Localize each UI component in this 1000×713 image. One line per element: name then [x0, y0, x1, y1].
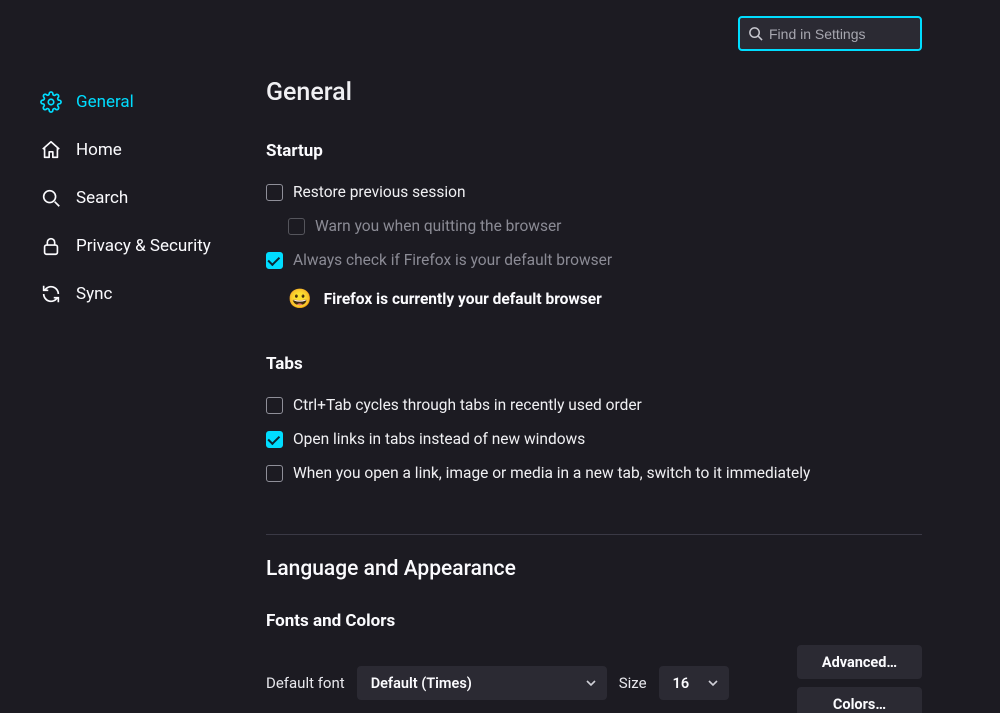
page-title: General	[266, 78, 922, 107]
startup-heading: Startup	[266, 141, 922, 161]
default-browser-message: Firefox is currently your default browse…	[324, 290, 602, 308]
sidebar-item-label: Home	[76, 140, 122, 160]
ctrl-tab-row[interactable]: Ctrl+Tab cycles through tabs in recently…	[266, 388, 922, 422]
sidebar-item-label: Privacy & Security	[76, 236, 211, 256]
always-check-row[interactable]: Always check if Firefox is your default …	[266, 243, 922, 277]
search-icon	[748, 26, 763, 41]
default-font-label: Default font	[266, 674, 345, 692]
chevron-down-icon	[707, 677, 719, 689]
smiley-icon: 😀	[288, 287, 312, 310]
checkbox-unchecked-icon[interactable]	[266, 465, 283, 482]
sidebar-item-sync[interactable]: Sync	[40, 270, 240, 318]
section-startup: Startup Restore previous session Warn yo…	[266, 141, 922, 310]
default-browser-status: 😀 Firefox is currently your default brow…	[266, 277, 922, 310]
always-check-label: Always check if Firefox is your default …	[293, 251, 612, 269]
settings-sidebar: General Home Search Privacy & Security	[40, 78, 240, 318]
default-font-value: Default (Times)	[371, 675, 472, 692]
checkbox-unchecked-icon[interactable]	[266, 397, 283, 414]
settings-main: General Startup Restore previous session…	[266, 78, 922, 713]
fonts-heading: Fonts and Colors	[266, 611, 922, 631]
checkbox-checked-icon[interactable]	[266, 252, 283, 269]
chevron-down-icon	[585, 677, 597, 689]
section-tabs: Tabs Ctrl+Tab cycles through tabs in rec…	[266, 354, 922, 490]
sidebar-item-search[interactable]: Search	[40, 174, 240, 222]
sidebar-item-label: Sync	[76, 284, 112, 304]
ctrl-tab-label: Ctrl+Tab cycles through tabs in recently…	[293, 396, 642, 414]
default-font-select[interactable]: Default (Times)	[357, 666, 607, 700]
gear-icon	[40, 91, 62, 113]
open-links-label: Open links in tabs instead of new window…	[293, 430, 585, 448]
home-icon	[40, 139, 62, 161]
lock-icon	[40, 235, 62, 257]
sidebar-item-label: Search	[76, 188, 128, 208]
settings-search-input[interactable]	[769, 26, 950, 42]
font-size-value: 16	[673, 675, 690, 692]
colors-button[interactable]: Colors…	[797, 687, 922, 713]
restore-session-row[interactable]: Restore previous session	[266, 175, 922, 209]
sidebar-item-home[interactable]: Home	[40, 126, 240, 174]
checkbox-checked-icon[interactable]	[266, 431, 283, 448]
restore-session-label: Restore previous session	[293, 183, 466, 201]
size-label: Size	[619, 674, 647, 692]
warn-quit-label: Warn you when quitting the browser	[315, 217, 561, 235]
sidebar-item-label: General	[76, 92, 134, 112]
font-size-select[interactable]: 16	[659, 666, 729, 700]
divider	[266, 534, 922, 535]
warn-quit-row: Warn you when quitting the browser	[266, 209, 922, 243]
open-links-row[interactable]: Open links in tabs instead of new window…	[266, 422, 922, 456]
settings-search[interactable]	[738, 16, 922, 51]
switch-tab-row[interactable]: When you open a link, image or media in …	[266, 456, 922, 490]
advanced-button[interactable]: Advanced…	[797, 645, 922, 679]
sidebar-item-privacy[interactable]: Privacy & Security	[40, 222, 240, 270]
checkbox-disabled-icon	[288, 218, 305, 235]
tabs-heading: Tabs	[266, 354, 922, 374]
checkbox-unchecked-icon[interactable]	[266, 184, 283, 201]
sidebar-item-general[interactable]: General	[40, 78, 240, 126]
language-heading: Language and Appearance	[266, 557, 922, 581]
switch-tab-label: When you open a link, image or media in …	[293, 464, 810, 482]
sync-icon	[40, 283, 62, 305]
search-icon	[40, 187, 62, 209]
section-language: Language and Appearance Fonts and Colors…	[266, 557, 922, 713]
